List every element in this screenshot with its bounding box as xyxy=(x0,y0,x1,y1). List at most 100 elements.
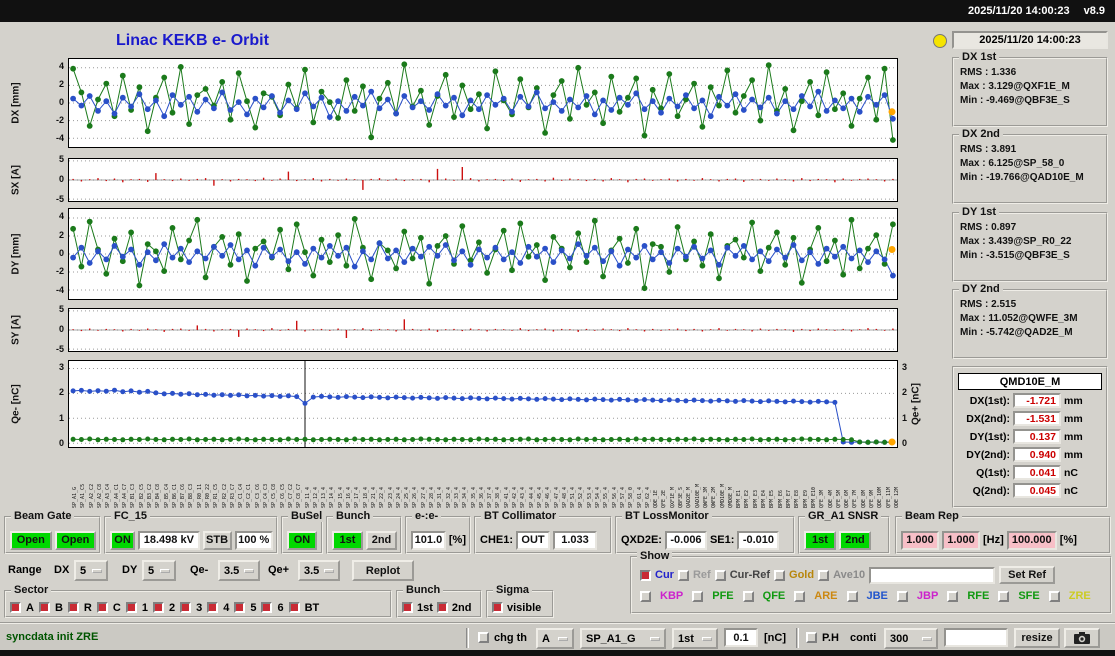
points-select[interactable]: 300 xyxy=(884,628,938,649)
show-kbp-checkbox[interactable] xyxy=(640,590,651,602)
bpm-name-label: SP_43_4 xyxy=(520,486,527,508)
sector-b-checkbox[interactable] xyxy=(38,602,50,613)
bunch-select-value: 1st xyxy=(678,632,694,645)
fc15-kv-field[interactable]: 18.498 kV xyxy=(138,530,200,550)
sector-6-checkbox[interactable] xyxy=(261,602,273,613)
separator xyxy=(466,628,469,648)
bpm-name-label: QDE_8M xyxy=(860,489,867,508)
fc15-percent-field[interactable]: 100 % xyxy=(234,530,273,550)
axis-tick-label: -5 xyxy=(55,194,64,204)
dy-axis-ticks: 4 2 0 -2 -4 xyxy=(40,208,66,300)
range-dx-select[interactable]: 5 xyxy=(74,560,108,581)
bpm-name-label: QXF1E_M xyxy=(669,486,676,508)
beam-rep-field-1[interactable]: 1.000 xyxy=(901,530,939,550)
bpm-name-label: BPM_E1 xyxy=(736,489,743,508)
sector-a-checkbox[interactable] xyxy=(10,602,21,613)
sector-c-checkbox[interactable] xyxy=(96,602,108,613)
sector-select[interactable]: A xyxy=(536,628,574,649)
ph-checkbox[interactable] xyxy=(806,632,817,643)
axis-tick-label: 0 xyxy=(58,438,64,449)
show-are-checkbox[interactable] xyxy=(794,590,806,602)
sector-1-checkbox[interactable] xyxy=(125,602,137,613)
aux-input[interactable] xyxy=(944,628,1008,647)
show-pfe-checkbox[interactable] xyxy=(692,590,704,602)
ee-ratio-field[interactable]: 101.0 xyxy=(411,530,446,550)
chg-th-checkbox[interactable] xyxy=(478,632,489,643)
bpm-name-label: SP_22_4 xyxy=(379,486,386,508)
bpm-name-label: SP_36_4 xyxy=(478,486,485,508)
beam-rep-field-3[interactable]: 100.000 xyxy=(1006,530,1057,550)
collimator-value-field[interactable]: 1.033 xyxy=(553,530,598,550)
show-rfe-checkbox[interactable] xyxy=(947,590,959,602)
bpm-name-label: SP_28_4 xyxy=(429,486,436,508)
axis-tick-label: -2 xyxy=(55,266,64,277)
sx-plot xyxy=(68,158,898,202)
show-ave10-checkbox[interactable] xyxy=(818,569,830,581)
sector-bt-checkbox[interactable] xyxy=(288,602,300,613)
snsr-1st-button[interactable]: 1st xyxy=(804,530,836,550)
qxd2e-field[interactable]: -0.006 xyxy=(664,530,707,550)
ref-name-input[interactable] xyxy=(869,566,996,584)
bpm-name-label: QWFE_2M xyxy=(711,486,718,508)
sector-2-checkbox[interactable] xyxy=(152,602,164,613)
screenshot-button[interactable] xyxy=(1064,628,1100,648)
max-value: Max : 11.052@QWFE_3M xyxy=(960,313,1078,324)
show-jbp-checkbox[interactable] xyxy=(896,590,908,602)
show-zre-checkbox[interactable] xyxy=(1048,590,1060,602)
show-qfe-checkbox[interactable] xyxy=(742,590,754,602)
show-sfe-checkbox[interactable] xyxy=(998,590,1010,602)
ee-ratio-group: e-:e- 101.0 [%] xyxy=(405,510,471,554)
busel-title: BuSel xyxy=(288,510,326,522)
show-jbe-checkbox[interactable] xyxy=(846,590,858,602)
bunch-1st-button[interactable]: 1st xyxy=(332,530,363,550)
snsr-2nd-button[interactable]: 2nd xyxy=(839,530,871,550)
busel-on-button[interactable]: ON xyxy=(287,530,317,550)
range-qe-minus-select[interactable]: 3.5 xyxy=(218,560,260,581)
qmd-row-unit: mm xyxy=(1064,394,1083,407)
show-gold-checkbox[interactable] xyxy=(774,569,786,581)
min-value: Min : -5.742@QAD2E_M xyxy=(960,327,1073,338)
page-title: Linac KEKB e- Orbit xyxy=(116,32,269,49)
beam-rep-field-2[interactable]: 1.000 xyxy=(942,530,980,550)
beam-gate-open-button-1[interactable]: Open xyxy=(10,530,52,550)
dx-axis-ticks: 4 2 0 -2 -4 xyxy=(40,58,66,148)
beam-gate-open-button-2[interactable]: Open xyxy=(54,530,96,550)
bpm-name-label: BPM_E4 xyxy=(761,489,767,508)
sector-3-checkbox[interactable] xyxy=(180,602,192,613)
threshold-input[interactable]: 0.1 xyxy=(724,628,758,647)
fc15-stb-button[interactable]: STB xyxy=(202,530,232,550)
show-ref-checkbox[interactable] xyxy=(677,569,689,581)
bunch-2nd-checkbox[interactable] xyxy=(436,602,448,613)
min-value: Min : -19.766@QAD10E_M xyxy=(960,172,1084,183)
sector-b-label: B xyxy=(54,601,63,614)
show-cur-ref-checkbox[interactable] xyxy=(714,569,726,581)
che1-status-field[interactable]: OUT xyxy=(516,530,551,550)
bpm-name-label: QDE_6M xyxy=(844,489,851,508)
axis-tick-label: 5 xyxy=(58,154,64,164)
axis-tick-label: 2 xyxy=(58,229,64,240)
bpm-name-label: SP_53_4 xyxy=(586,486,593,508)
bunch-select[interactable]: 1st xyxy=(672,628,718,649)
se1-field[interactable]: -0.010 xyxy=(737,530,780,550)
bpm-name-label: QAD10E_M xyxy=(694,483,701,508)
conti-toggle[interactable]: conti xyxy=(850,632,876,644)
bunch-1st-checkbox[interactable] xyxy=(402,602,413,613)
fc15-on-button[interactable]: ON xyxy=(110,530,136,550)
sector-r-checkbox[interactable] xyxy=(67,602,79,613)
set-ref-button[interactable]: Set Ref xyxy=(999,566,1056,584)
sector-5-checkbox[interactable] xyxy=(234,602,246,613)
resize-button[interactable]: resize xyxy=(1014,628,1060,648)
qmd-row-value: 0.940 xyxy=(1013,447,1061,462)
range-dy-select[interactable]: 5 xyxy=(142,560,176,581)
dx-1st-stats-box: DX 1st RMS : 1.336 Max : 3.129@QXF1E_M M… xyxy=(952,51,1108,127)
bpm-select[interactable]: SP_A1_G xyxy=(580,628,666,649)
beam-rep-title: Beam Rep xyxy=(902,510,962,522)
show-cur-checkbox[interactable] xyxy=(640,569,651,581)
bpm-name-label: SP_48_4 xyxy=(561,486,568,508)
sector-4-checkbox[interactable] xyxy=(207,602,219,613)
range-qe-plus-select[interactable]: 3.5 xyxy=(298,560,340,581)
bunch-2nd-button[interactable]: 2nd xyxy=(366,530,397,550)
replot-button[interactable]: Replot xyxy=(352,560,414,581)
bpm-name-label: SP_17_4 xyxy=(354,486,361,508)
sigma-visible-checkbox[interactable] xyxy=(492,602,503,613)
